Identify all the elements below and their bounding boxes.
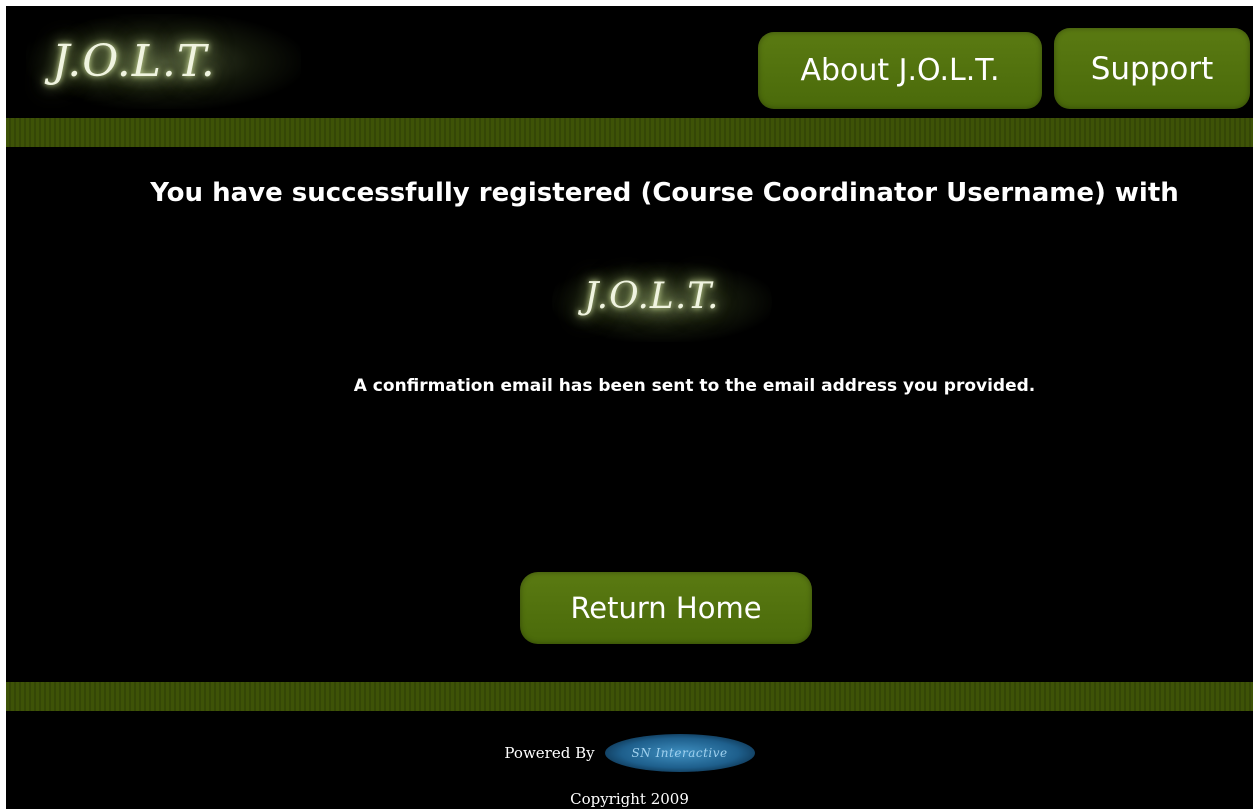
- powered-by-label: Powered By: [504, 744, 595, 762]
- success-message: You have successfully registered (Course…: [150, 178, 1179, 208]
- support-button[interactable]: Support: [1054, 28, 1250, 109]
- powered-by-row: Powered By SN Interactive: [6, 734, 1253, 772]
- page-frame: J.O.L.T. About J.O.L.T. Support You have…: [6, 6, 1253, 809]
- center-logo: J.O.L.T.: [584, 276, 720, 317]
- about-button[interactable]: About J.O.L.T.: [758, 32, 1042, 109]
- return-home-button[interactable]: Return Home: [520, 572, 812, 644]
- copyright-text: Copyright 2009: [570, 790, 689, 808]
- footer-divider: [6, 682, 1253, 711]
- header-divider: [6, 118, 1253, 147]
- header-logo[interactable]: J.O.L.T.: [52, 36, 216, 87]
- confirmation-message: A confirmation email has been sent to th…: [353, 376, 1036, 396]
- sponsor-logo[interactable]: SN Interactive: [604, 734, 755, 772]
